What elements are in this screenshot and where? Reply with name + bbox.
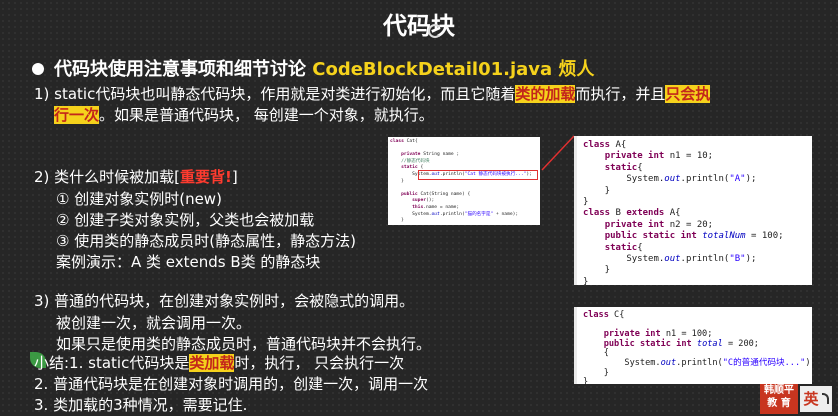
point-2-demo: 案例演示：A 类 extends B类 的静态块 xyxy=(56,253,321,271)
summary-line-3: 3. 类加载的3种情况，需要记住. xyxy=(34,396,248,414)
point-1-line-2: 行一次。如果是普通代码块， 每创建一个对象，就执行。 xyxy=(54,104,434,126)
heading-text: 代码块使用注意事项和细节讨论 xyxy=(54,59,313,80)
p2-head-a: 2) 类什么时候被加载[ xyxy=(34,168,181,186)
point-2-item-3: ③ 使用类的静态成员时(静态属性，静态方法) xyxy=(56,232,356,250)
ime-badge[interactable]: 英 xyxy=(800,386,832,412)
summary-highlight: 类加载 xyxy=(189,354,235,372)
summary-1-a: 小结:1. static代码块是 xyxy=(34,354,190,372)
point-2-item-2: ② 创建子类对象实例，父类也会被加载 xyxy=(56,211,315,229)
p1-text-a: 1) static代码块也叫静态代码块，作用就是对类进行初始化，而且它随着 xyxy=(34,85,516,103)
summary-1-c: 时，执行， 只会执行一次 xyxy=(234,354,405,372)
class-ab-code: class A{ private int n1 = 10; static{ Sy… xyxy=(574,136,812,287)
point-3-line-2: 被创建一次，就会调用一次。 xyxy=(56,314,252,332)
p2-head-c: ] xyxy=(231,168,238,186)
cat-code-text: class Cat{ private String name ; //静态代码块… xyxy=(390,139,532,224)
brand-logo: 韩顺平 教 育 xyxy=(760,384,798,414)
p1-highlight-once-b: 行一次 xyxy=(54,106,100,124)
cat-code-snippet: class Cat{ private String name ; //静态代码块… xyxy=(388,137,540,225)
point-2-heading: 2) 类什么时候被加载[重要背!] xyxy=(34,166,238,188)
slide-title: 代码块 xyxy=(383,12,455,40)
class-c-code-text: class C{ private int n1 = 100; public st… xyxy=(583,310,816,388)
logo-line-1: 韩顺平 xyxy=(764,385,794,396)
arrow-line xyxy=(541,135,575,171)
p1-text-f: 。如果是普通代码块， 每创建一个对象，就执行。 xyxy=(99,106,434,124)
section-heading: 代码块使用注意事项和细节讨论 CodeBlockDetail01.java 烦人 xyxy=(54,55,594,81)
point-3-line-1: 3) 普通的代码块，在创建对象实例时，会被隐式的调用。 xyxy=(34,292,415,310)
bullet-icon xyxy=(32,63,44,75)
refresh-icon[interactable] xyxy=(428,24,442,38)
logo-line-2: 教 育 xyxy=(767,398,791,409)
point-2-item-1: ① 创建对象实例时(new) xyxy=(56,190,222,208)
ime-badge-label: 英 xyxy=(803,390,819,408)
p1-highlight-once-a: 只会执 xyxy=(665,85,711,103)
point-1-line-1: 1) static代码块也叫静态代码块，作用就是对类进行初始化，而且它随着类的加… xyxy=(34,83,711,105)
summary-line-2: 2. 普通代码块是在创建对象时调用的，创建一次，调用一次 xyxy=(34,375,429,393)
class-ab-code-text: class A{ private int n1 = 10; static{ Sy… xyxy=(583,140,784,287)
class-c-code: class C{ private int n1 = 100; public st… xyxy=(574,307,816,387)
heading-filename: CodeBlockDetail01.java 烦人 xyxy=(312,59,595,80)
p2-important: 重要背! xyxy=(180,168,232,186)
p1-text-c: 而执行，并且 xyxy=(575,85,666,103)
p1-highlight-class-load: 类的加载 xyxy=(515,85,576,103)
summary-line-1: 小结:1. static代码块是类加载时，执行， 只会执行一次 xyxy=(34,352,404,374)
